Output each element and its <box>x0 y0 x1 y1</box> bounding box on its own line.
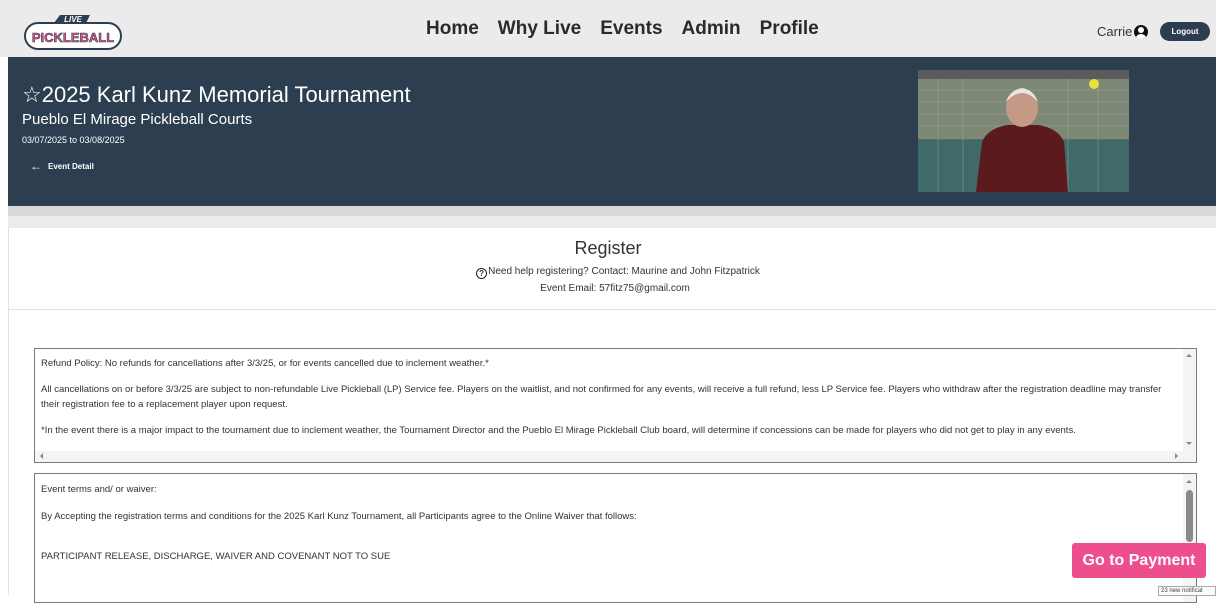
nav-admin[interactable]: Admin <box>682 18 741 40</box>
main-nav: Home Why Live Events Admin Profile <box>426 18 838 40</box>
event-venue: Pueblo El Mirage Pickleball Courts <box>22 111 253 128</box>
question-circle-icon: ? <box>476 268 488 279</box>
event-video-thumbnail[interactable] <box>918 70 1129 192</box>
logo-live-text: LIVE <box>64 15 82 24</box>
arrow-left-icon: ← <box>30 159 42 173</box>
separator-strip <box>8 206 1216 216</box>
event-dates: 03/07/2025 to 03/08/2025 <box>22 135 125 145</box>
nav-profile[interactable]: Profile <box>760 18 819 40</box>
scroll-down-icon[interactable] <box>1186 442 1192 448</box>
scroll-right-icon[interactable] <box>1175 453 1181 459</box>
scroll-up-icon[interactable] <box>1186 477 1192 483</box>
event-title: ☆2025 Karl Kunz Memorial Tournament <box>22 82 411 107</box>
user-menu[interactable]: Carrie <box>1097 24 1149 39</box>
user-name: Carrie <box>1097 24 1133 39</box>
event-detail-link[interactable]: ← Event Detail <box>30 159 94 173</box>
policy-paragraph: Refund Policy: No refunds for cancellati… <box>41 358 489 369</box>
terms-vertical-scrollbar[interactable] <box>1183 474 1196 602</box>
live-pickleball-logo[interactable]: LIVE PICKLEBALL <box>24 14 122 51</box>
logout-button[interactable]: Logout <box>1160 22 1210 41</box>
policy-vertical-scrollbar[interactable] <box>1183 349 1196 462</box>
register-help-text: Need help registering? Contact: Maurine … <box>488 266 760 277</box>
register-title: Register <box>574 238 642 258</box>
register-help: ? Need help registering? Contact: Maurine… <box>0 266 1216 279</box>
terms-paragraph: By Accepting the registration terms and … <box>41 511 637 522</box>
logo-pickleball-text: PICKLEBALL <box>32 30 114 45</box>
video-frame-image <box>918 70 1129 192</box>
video-top-bar <box>918 70 1129 79</box>
nav-events[interactable]: Events <box>600 18 662 40</box>
go-to-payment-button[interactable]: Go to Payment <box>1072 543 1206 578</box>
terms-paragraph: PARTICIPANT RELEASE, DISCHARGE, WAIVER A… <box>41 551 391 562</box>
event-detail-label: Event Detail <box>48 161 94 171</box>
terms-scroll-thumb[interactable] <box>1186 490 1193 542</box>
nav-home[interactable]: Home <box>426 18 479 40</box>
terms-waiver-textbox[interactable]: Event terms and/ or waiver: By Accepting… <box>34 473 1197 603</box>
refund-policy-textbox[interactable]: Refund Policy: No refunds for cancellati… <box>34 348 1197 463</box>
terms-paragraph: Event terms and/ or waiver: <box>41 484 157 495</box>
scroll-left-icon[interactable] <box>37 453 43 459</box>
policy-paragraph: *In the event there is a major impact to… <box>41 425 1076 436</box>
policy-paragraph: All cancellations on or before 3/3/25 ar… <box>41 384 1162 410</box>
user-circle-icon <box>1134 24 1149 39</box>
policy-horizontal-scrollbar[interactable] <box>35 451 1196 462</box>
nav-why-live[interactable]: Why Live <box>498 18 581 40</box>
event-email: Event Email: 57fitz75@gmail.com <box>540 283 690 294</box>
separator-strip-light <box>8 216 1216 228</box>
scroll-up-icon[interactable] <box>1186 351 1192 357</box>
